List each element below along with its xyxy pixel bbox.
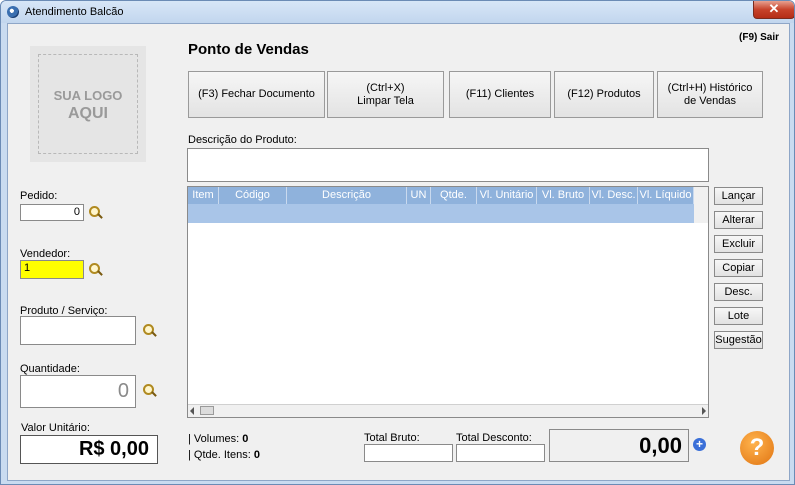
- logo-text-line1: SUA LOGO: [53, 88, 123, 103]
- total-desconto-field: [456, 444, 545, 462]
- fechar-documento-label: (F3) Fechar Documento: [198, 88, 315, 100]
- lancar-button[interactable]: Lançar: [714, 187, 763, 205]
- volumes-value: 0: [242, 433, 249, 445]
- col-vl-desc[interactable]: Vl. Desc.: [590, 187, 638, 204]
- valor-unitario-label: Valor Unitário:: [21, 422, 90, 434]
- itens-label: | Qtde. Itens:: [188, 449, 251, 461]
- items-grid[interactable]: Item Código Descrição UN Qtde. Vl. Unitá…: [187, 186, 709, 418]
- window-title: Atendimento Balcão: [25, 6, 124, 18]
- scroll-left-icon[interactable]: [190, 407, 194, 415]
- title-bar: Atendimento Balcão ✕: [1, 1, 794, 23]
- vendedor-label: Vendedor:: [20, 248, 71, 260]
- main-window: Atendimento Balcão ✕ SUA LOGO AQUI Pedid…: [0, 0, 795, 485]
- limpar-tela-button[interactable]: (Ctrl+X) Limpar Tela: [327, 71, 444, 118]
- vendedor-search-icon[interactable]: [89, 263, 103, 277]
- valor-unitario-value: R$ 0,00: [20, 435, 158, 464]
- produto-search-icon[interactable]: [143, 324, 157, 338]
- table-row[interactable]: [188, 204, 708, 223]
- limpar-tela-label: (Ctrl+X) Limpar Tela: [357, 81, 414, 107]
- sugestao-button[interactable]: Sugestão: [714, 331, 763, 349]
- alterar-button[interactable]: Alterar: [714, 211, 763, 229]
- plus-icon[interactable]: +: [693, 438, 706, 451]
- quantidade-search-icon[interactable]: [143, 384, 157, 398]
- grid-header: Item Código Descrição UN Qtde. Vl. Unitá…: [188, 187, 708, 204]
- quantidade-input[interactable]: 0: [20, 375, 136, 408]
- exit-shortcut[interactable]: (F9) Sair: [739, 32, 779, 43]
- col-descricao[interactable]: Descrição: [287, 187, 407, 204]
- clientes-button[interactable]: (F11) Clientes: [449, 71, 551, 118]
- historico-vendas-label: (Ctrl+H) Histórico de Vendas: [667, 81, 753, 107]
- vendedor-input[interactable]: 1: [20, 260, 84, 279]
- logo-text-line2: AQUI: [68, 105, 108, 122]
- col-codigo[interactable]: Código: [219, 187, 287, 204]
- col-item[interactable]: Item: [188, 187, 219, 204]
- quantidade-label: Quantidade:: [20, 363, 80, 375]
- clientes-label: (F11) Clientes: [465, 88, 535, 100]
- itens-row: | Qtde. Itens: 0: [188, 449, 260, 461]
- lote-button[interactable]: Lote: [714, 307, 763, 325]
- pedido-search-icon[interactable]: [89, 206, 103, 220]
- scroll-right-icon[interactable]: [702, 407, 706, 415]
- col-qtde[interactable]: Qtde.: [431, 187, 477, 204]
- total-bruto-label: Total Bruto:: [364, 432, 420, 444]
- descricao-label: Descrição do Produto:: [188, 134, 297, 146]
- total-desconto-label: Total Desconto:: [456, 432, 532, 444]
- desconto-button[interactable]: Desc.: [714, 283, 763, 301]
- company-logo: SUA LOGO AQUI: [30, 46, 146, 162]
- col-vl-liquido[interactable]: Vl. Líquido: [638, 187, 694, 204]
- help-icon[interactable]: ?: [740, 431, 774, 465]
- total-liquido-value: 0,00: [549, 429, 689, 462]
- col-vl-unitario[interactable]: Vl. Unitário: [477, 187, 537, 204]
- historico-vendas-button[interactable]: (Ctrl+H) Histórico de Vendas: [657, 71, 763, 118]
- volumes-label: | Volumes:: [188, 433, 240, 445]
- produtos-label: (F12) Produtos: [567, 88, 641, 100]
- pedido-input[interactable]: 0: [20, 204, 84, 221]
- col-vl-bruto[interactable]: Vl. Bruto: [537, 187, 590, 204]
- copiar-button[interactable]: Copiar: [714, 259, 763, 277]
- volumes-row: | Volumes: 0: [188, 433, 248, 445]
- fechar-documento-button[interactable]: (F3) Fechar Documento: [188, 71, 325, 118]
- total-bruto-field: [364, 444, 453, 462]
- produto-input[interactable]: [20, 316, 136, 345]
- page-title: Ponto de Vendas: [188, 41, 309, 58]
- produtos-button[interactable]: (F12) Produtos: [554, 71, 654, 118]
- close-button[interactable]: ✕: [753, 1, 794, 19]
- scroll-thumb[interactable]: [200, 406, 214, 415]
- descricao-input[interactable]: [187, 148, 709, 182]
- horizontal-scrollbar[interactable]: [188, 404, 708, 417]
- excluir-button[interactable]: Excluir: [714, 235, 763, 253]
- col-un[interactable]: UN: [407, 187, 431, 204]
- client-area: SUA LOGO AQUI Pedido: 0 Vendedor: 1 Prod…: [7, 23, 790, 481]
- app-icon: [7, 6, 19, 18]
- grid-header-filler: [694, 187, 708, 223]
- pedido-label: Pedido:: [20, 190, 58, 202]
- itens-value: 0: [253, 449, 260, 461]
